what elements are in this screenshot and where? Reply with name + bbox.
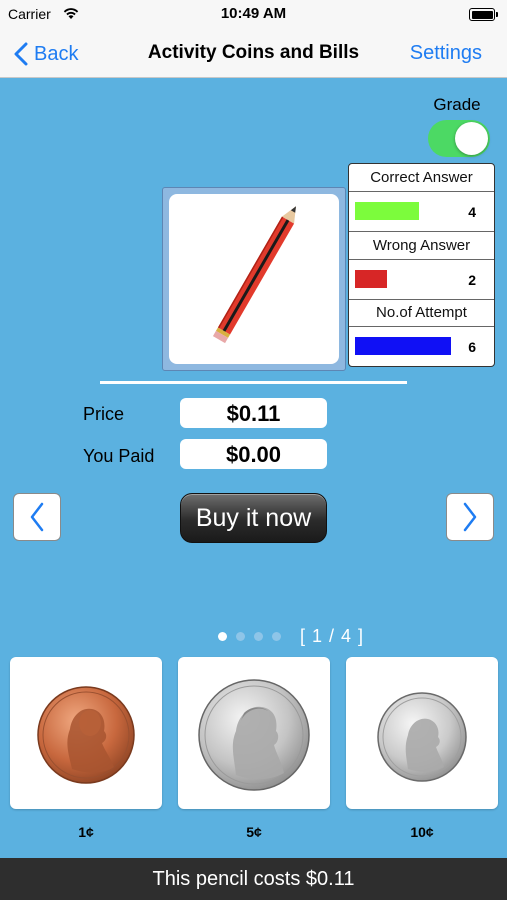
settings-button[interactable]: Settings bbox=[410, 42, 482, 65]
next-button[interactable] bbox=[446, 493, 494, 541]
product-image bbox=[169, 194, 339, 364]
correct-answer-bar bbox=[355, 202, 419, 220]
grade-toggle[interactable] bbox=[428, 120, 490, 157]
correct-answer-count: 4 bbox=[468, 204, 476, 220]
wrong-answer-row: 2 bbox=[349, 260, 494, 300]
penny-label: 1¢ bbox=[78, 824, 94, 840]
message-bar: This pencil costs $0.11 bbox=[0, 858, 507, 900]
price-label: Price bbox=[83, 404, 125, 424]
status-time: 10:49 AM bbox=[220, 5, 287, 22]
penny-card[interactable] bbox=[10, 657, 162, 809]
score-panel: Correct Answer 4 Wrong Answer 2 No.of At… bbox=[348, 163, 495, 367]
buy-it-now-button[interactable]: Buy it now bbox=[180, 493, 327, 543]
page-dot[interactable] bbox=[236, 632, 245, 641]
attempt-count: 6 bbox=[468, 339, 476, 355]
pencil-icon bbox=[212, 206, 296, 344]
wrong-answer-count: 2 bbox=[468, 272, 476, 288]
chevron-right-icon bbox=[463, 502, 477, 532]
dime-label: 10¢ bbox=[410, 824, 434, 840]
wrong-answer-bar bbox=[355, 270, 387, 288]
page-dot[interactable] bbox=[272, 632, 281, 641]
page-indicator[interactable] bbox=[218, 632, 290, 641]
divider bbox=[100, 381, 407, 384]
price-value: $0.11 bbox=[180, 398, 327, 428]
battery-icon bbox=[469, 8, 498, 21]
dime-card[interactable] bbox=[346, 657, 498, 809]
paid-value: $0.00 bbox=[180, 439, 327, 469]
page-dot[interactable] bbox=[218, 632, 227, 641]
attempt-row: 6 bbox=[349, 327, 494, 367]
wrong-answer-header: Wrong Answer bbox=[349, 232, 494, 260]
back-button[interactable]: Back bbox=[14, 39, 78, 69]
paid-label: You Paid bbox=[83, 446, 155, 466]
nickel-icon bbox=[198, 679, 310, 791]
chevron-left-icon bbox=[14, 42, 28, 66]
attempt-bar bbox=[355, 337, 451, 355]
penny-icon bbox=[37, 686, 135, 784]
correct-answer-header: Correct Answer bbox=[349, 164, 494, 192]
nickel-label: 5¢ bbox=[246, 824, 262, 840]
chevron-left-icon bbox=[30, 502, 44, 532]
attempt-header: No.of Attempt bbox=[349, 299, 494, 327]
back-button-label: Back bbox=[34, 42, 79, 65]
status-bar: Carrier 10:49 AM bbox=[0, 0, 507, 30]
product-frame bbox=[162, 187, 346, 371]
correct-answer-row: 4 bbox=[349, 192, 494, 232]
page-counter: [ 1 / 4 ] bbox=[300, 626, 365, 646]
grade-label: Grade bbox=[433, 95, 481, 114]
nickel-card[interactable] bbox=[178, 657, 330, 809]
navigation-bar: Back Activity Coins and Bills Settings bbox=[0, 30, 507, 78]
page-dot[interactable] bbox=[254, 632, 263, 641]
toggle-knob bbox=[455, 122, 488, 155]
dime-icon bbox=[377, 692, 467, 782]
message-text: This pencil costs $0.11 bbox=[152, 868, 355, 890]
previous-button[interactable] bbox=[13, 493, 61, 541]
